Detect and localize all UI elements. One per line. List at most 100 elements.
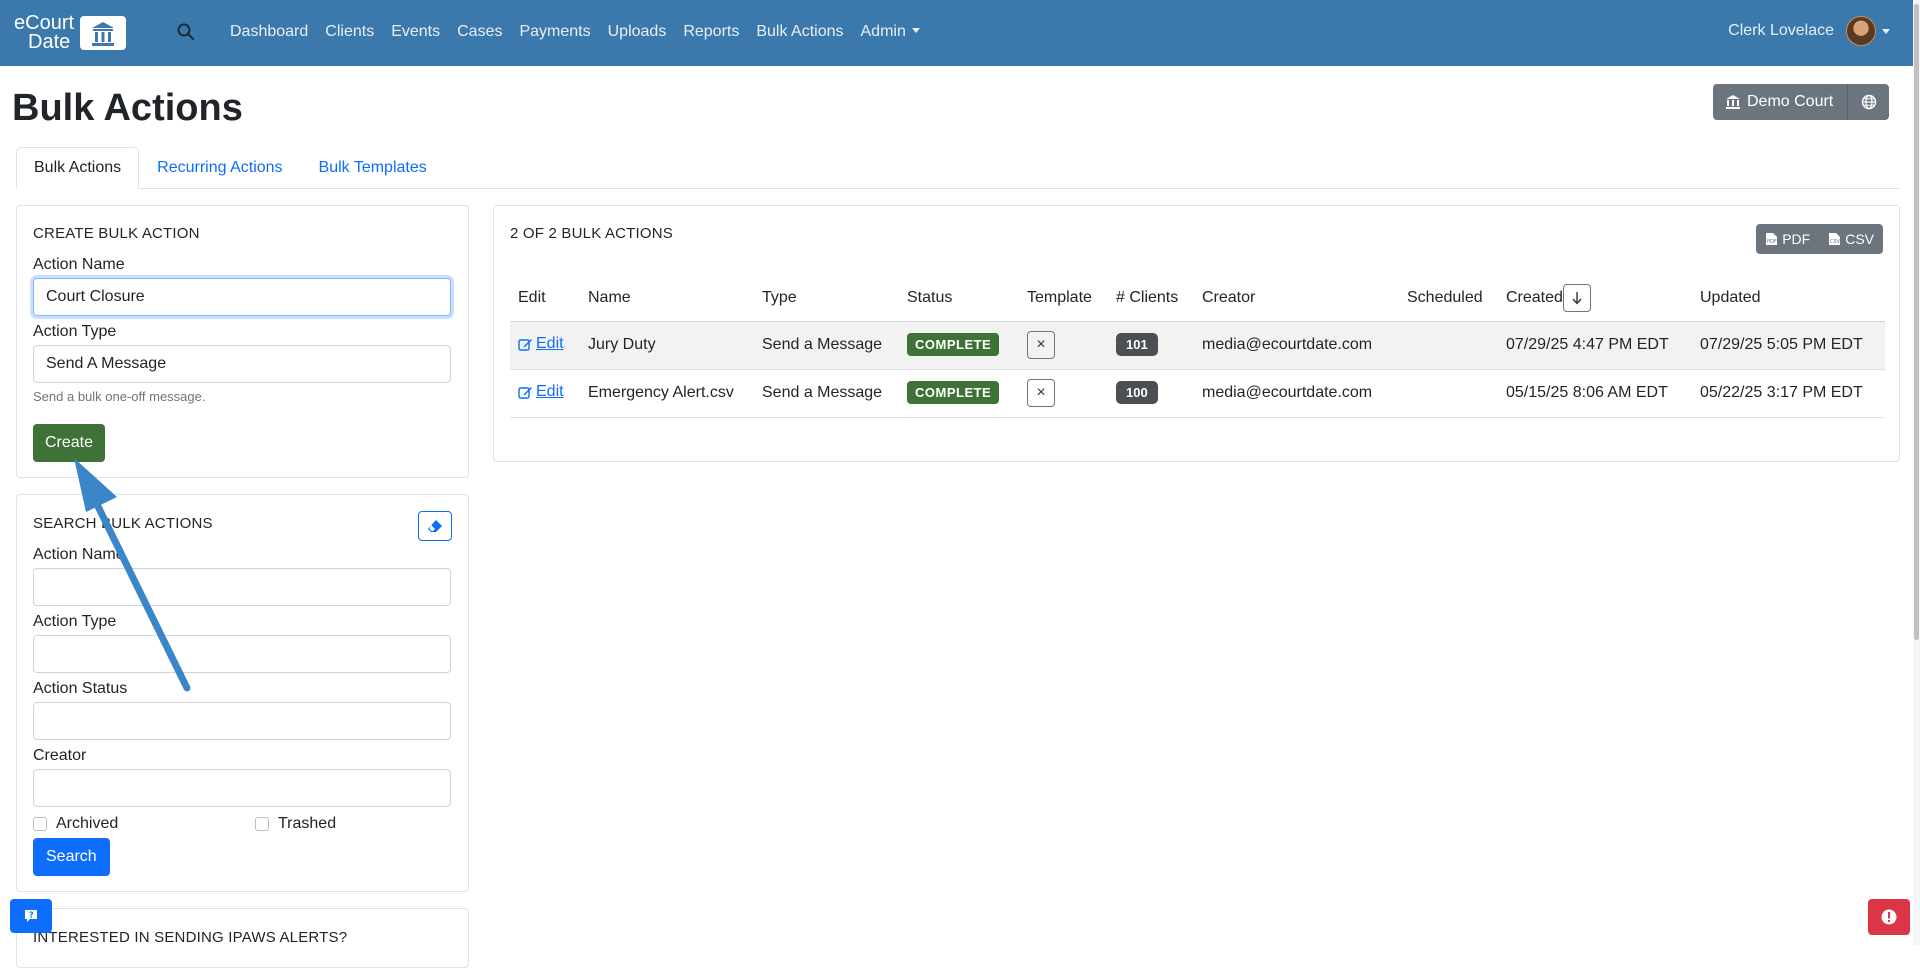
row-name: Emergency Alert.csv	[580, 369, 754, 418]
col-name[interactable]: Name	[580, 275, 754, 322]
main-nav: Dashboard Clients Events Cases Payments …	[230, 23, 937, 41]
search-action-name-input[interactable]	[33, 568, 451, 606]
col-created-label: Created	[1506, 288, 1563, 306]
search-icon[interactable]	[176, 22, 196, 42]
row-type: Send a Message	[754, 321, 899, 370]
nav-reports[interactable]: Reports	[683, 23, 739, 41]
nav-events[interactable]: Events	[391, 23, 440, 41]
col-template[interactable]: Template	[1019, 275, 1108, 322]
export-pdf-label: PDF	[1782, 231, 1811, 247]
nav-admin-dropdown[interactable]: Admin	[861, 23, 920, 41]
bulk-actions-results-card: 2 OF 2 BULK ACTIONS PDF PDF CSV CSV Edit…	[493, 205, 1900, 462]
search-action-type-label: Action Type	[33, 613, 117, 630]
eraser-icon	[428, 520, 442, 532]
language-button[interactable]	[1847, 84, 1890, 120]
row-scheduled	[1399, 321, 1498, 370]
nav-uploads[interactable]: Uploads	[608, 23, 667, 41]
action-type-select[interactable]: Send A Message	[33, 345, 451, 383]
chevron-down-icon	[1882, 28, 1890, 34]
create-heading: CREATE BULK ACTION	[33, 225, 200, 242]
action-name-input[interactable]: Court Closure	[33, 278, 451, 316]
pdf-file-icon: PDF	[1766, 233, 1778, 245]
search-action-status-select[interactable]	[33, 702, 451, 740]
user-name: Clerk Lovelace	[1728, 22, 1834, 39]
alert-button[interactable]	[1868, 899, 1910, 935]
trashed-checkbox[interactable]: Trashed	[255, 815, 336, 833]
edit-label: Edit	[536, 382, 564, 400]
row-name: Jury Duty	[580, 321, 754, 370]
col-created[interactable]: Created	[1498, 275, 1692, 322]
table-row: Edit Jury Duty Send a Message COMPLETE ×…	[510, 321, 1885, 370]
edit-icon	[518, 386, 532, 399]
search-action-type-select[interactable]	[33, 635, 451, 673]
scrollbar-thumb[interactable]	[1914, 4, 1919, 640]
col-clients[interactable]: # Clients	[1108, 275, 1194, 322]
nav-dashboard[interactable]: Dashboard	[230, 23, 308, 41]
search-heading: SEARCH BULK ACTIONS	[33, 515, 213, 532]
demo-court-button[interactable]: Demo Court	[1713, 84, 1848, 120]
nav-clients[interactable]: Clients	[325, 23, 374, 41]
chevron-down-icon	[911, 28, 920, 33]
action-type-label: Action Type	[33, 323, 117, 340]
results-count: 2 OF 2 BULK ACTIONS	[510, 225, 674, 242]
tab-bulk-actions[interactable]: Bulk Actions	[16, 147, 140, 189]
archived-checkbox[interactable]: Archived	[33, 815, 118, 833]
sort-desc-button[interactable]	[1562, 283, 1591, 312]
courthouse-icon	[80, 16, 126, 50]
ipaws-card: INTERESTED IN SENDING IPAWS ALERTS?	[16, 908, 469, 968]
close-icon[interactable]: ×	[1027, 331, 1055, 359]
row-updated: 05/22/25 3:17 PM EDT	[1692, 369, 1885, 418]
search-bulk-actions-card: SEARCH BULK ACTIONS Action Name Action T…	[16, 494, 469, 892]
row-type: Send a Message	[754, 369, 899, 418]
svg-text:PDF: PDF	[1767, 239, 1777, 245]
globe-icon	[1861, 94, 1876, 110]
search-creator-input[interactable]	[33, 769, 451, 807]
edit-link[interactable]: Edit	[518, 383, 564, 401]
page-title: Bulk Actions	[12, 87, 243, 129]
export-pdf-button[interactable]: PDF PDF	[1756, 224, 1820, 254]
edit-link[interactable]: Edit	[518, 335, 564, 353]
table-header-row: Edit Name Type Status Template # Clients…	[510, 275, 1885, 322]
close-icon[interactable]: ×	[1027, 379, 1055, 407]
archived-checkbox-box[interactable]	[33, 817, 47, 831]
tab-bulk-templates[interactable]: Bulk Templates	[301, 147, 445, 189]
col-updated[interactable]: Updated	[1692, 275, 1885, 322]
edit-icon	[518, 338, 532, 351]
bulk-actions-table: Edit Name Type Status Template # Clients…	[510, 275, 1885, 418]
logo-text: eCourt Date	[14, 13, 74, 53]
col-type[interactable]: Type	[754, 275, 899, 322]
avatar	[1846, 16, 1876, 46]
tab-recurring-actions[interactable]: Recurring Actions	[139, 147, 300, 189]
csv-file-icon: CSV	[1829, 233, 1841, 245]
nav-cases[interactable]: Cases	[457, 23, 502, 41]
court-button-group: Demo Court	[1713, 84, 1890, 120]
clear-search-button[interactable]	[418, 511, 452, 541]
ecourtdate-logo[interactable]: eCourt Date	[14, 13, 130, 53]
row-created: 05/15/25 8:06 AM EDT	[1498, 369, 1692, 418]
export-button-group: PDF PDF CSV CSV	[1756, 224, 1883, 254]
col-edit: Edit	[510, 275, 580, 322]
logo-line-2: Date	[28, 31, 71, 53]
col-creator[interactable]: Creator	[1194, 275, 1399, 322]
clients-count-badge: 101	[1116, 333, 1158, 356]
page-scrollbar[interactable]	[1913, 0, 1920, 945]
create-button[interactable]: Create	[33, 424, 106, 462]
row-created: 07/29/25 4:47 PM EDT	[1498, 321, 1692, 370]
courthouse-icon	[1726, 95, 1740, 109]
chat-icon: ?	[25, 910, 37, 922]
trashed-checkbox-box[interactable]	[255, 817, 269, 831]
create-bulk-action-card: CREATE BULK ACTION Action Name Court Clo…	[16, 205, 469, 478]
trashed-label: Trashed	[278, 815, 337, 832]
col-status[interactable]: Status	[899, 275, 1019, 322]
action-type-help: Send a bulk one-off message.	[33, 389, 206, 404]
chat-button[interactable]: ?	[10, 899, 52, 933]
arrow-down-icon	[1572, 291, 1582, 305]
search-action-name-label: Action Name	[33, 546, 125, 563]
search-button[interactable]: Search	[33, 838, 110, 876]
user-menu[interactable]: Clerk Lovelace	[1728, 16, 1890, 46]
nav-payments[interactable]: Payments	[519, 23, 590, 41]
col-scheduled[interactable]: Scheduled	[1399, 275, 1498, 322]
nav-bulk-actions[interactable]: Bulk Actions	[756, 23, 843, 41]
status-badge: COMPLETE	[907, 333, 1000, 356]
export-csv-button[interactable]: CSV CSV	[1819, 224, 1883, 254]
